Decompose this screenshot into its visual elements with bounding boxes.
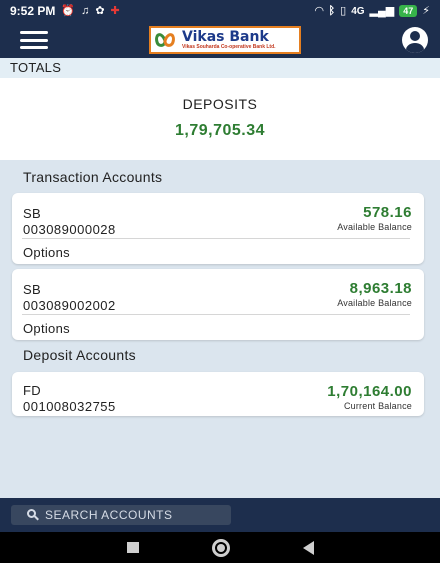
account-options-link[interactable]: Options [23,245,70,260]
signal-icon: ▂▄▆ [369,4,395,17]
deposits-label: DEPOSITS [182,96,258,112]
network-type: 4G [351,5,365,17]
app-bar: Vikas Bank Vikas Souharda Co-operative B… [0,22,440,58]
deposits-value: 1,79,705.34 [174,122,266,139]
account-type: SB [23,282,41,297]
card-divider [22,314,410,315]
pinwheel-icon: ✿ [95,4,105,17]
search-accounts-label: SEARCH ACCOUNTS [45,508,173,522]
app-notification-icon: ✚ [110,4,120,17]
deposit-accounts-title: Deposit Accounts [23,347,136,363]
transaction-accounts-title: Transaction Accounts [23,169,163,185]
account-number: 001008032755 [23,399,116,414]
charging-icon: ⚡ [422,4,430,17]
home-icon[interactable] [211,538,230,557]
account-card-sb-2[interactable]: SB 003089002002 8,963.18 Available Balan… [12,269,424,340]
account-balance: 1,70,164.00 [327,383,412,400]
deposits-summary: DEPOSITS 1,79,705.34 [0,78,440,160]
search-accounts-button[interactable]: SEARCH ACCOUNTS [11,505,231,525]
account-number: 003089000028 [23,222,116,237]
bluetooth-icon: ᛒ [328,4,336,17]
account-card-fd[interactable]: FD 001008032755 1,70,164.00 Current Bala… [12,372,424,416]
back-icon[interactable] [302,540,314,555]
vibrate-icon: ▯ [340,4,347,17]
wifi-icon: ◠ [315,4,324,17]
status-left: 9:52 PM ⏰ ♫ ✿ ✚ [10,4,120,18]
balance-caption: Current Balance [343,401,412,411]
account-card-sb-1[interactable]: SB 003089000028 578.16 Available Balance… [12,193,424,264]
status-right: ◠ ᛒ ▯ 4G ▂▄▆ 47 ⚡ [315,5,430,17]
totals-header: TOTALS [0,58,440,78]
balance-caption: Available Balance [337,222,412,232]
card-divider [22,238,410,239]
recent-apps-icon[interactable] [126,542,139,553]
profile-icon[interactable] [402,27,428,53]
account-balance: 8,963.18 [349,280,412,297]
leaf-logo-icon [152,31,178,49]
menu-icon[interactable] [20,31,48,49]
status-time: 9:52 PM [10,4,56,18]
alarm-icon: ⏰ [61,4,76,17]
search-icon [27,509,39,521]
battery-icon: 47 [399,5,418,17]
logo-subtitle: Vikas Souharda Co-operative Bank Ltd. [182,44,276,50]
account-balance: 578.16 [363,204,412,221]
balance-caption: Available Balance [337,298,412,308]
logo-name: Vikas Bank [182,29,269,45]
bank-logo: Vikas Bank Vikas Souharda Co-operative B… [149,26,301,54]
headset-icon: ♫ [81,4,90,17]
account-number: 003089002002 [23,298,116,313]
bottom-bar: SEARCH ACCOUNTS [0,498,440,532]
account-type: FD [23,383,41,398]
account-options-link[interactable]: Options [23,321,70,336]
system-nav-bar [0,532,440,563]
status-bar: 9:52 PM ⏰ ♫ ✿ ✚ ◠ ᛒ ▯ 4G ▂▄▆ 47 ⚡ [0,0,440,22]
account-type: SB [23,206,41,221]
